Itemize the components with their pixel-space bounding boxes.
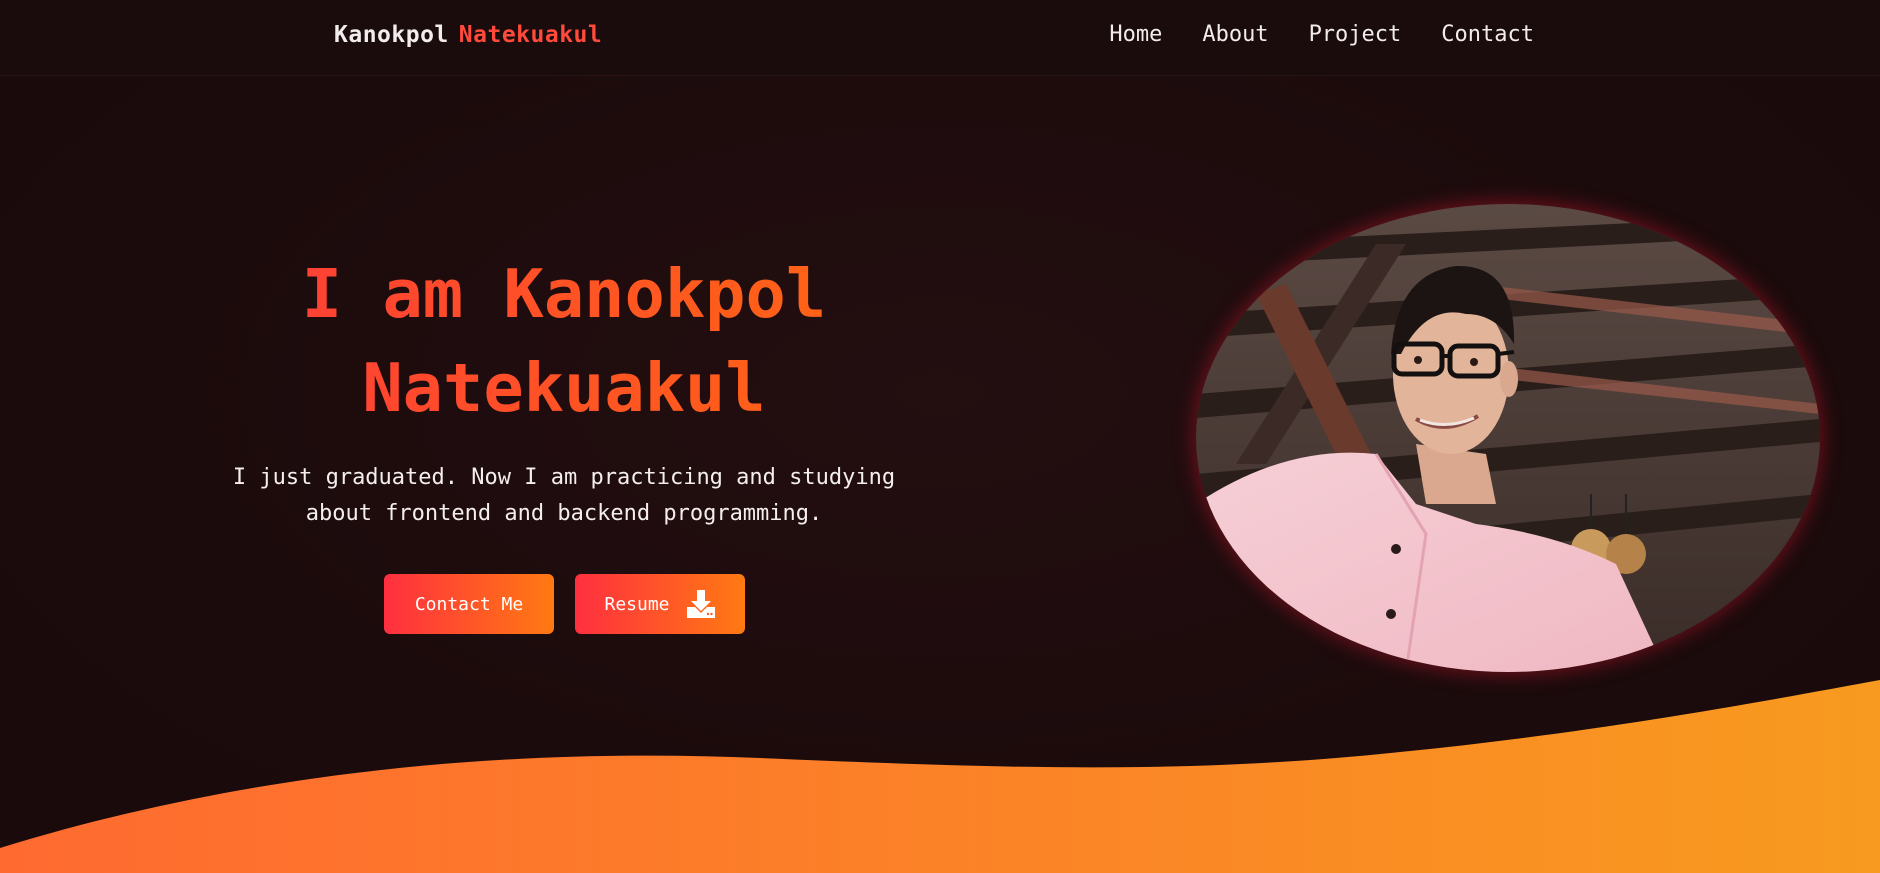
resume-button[interactable]: Resume bbox=[575, 574, 745, 634]
nav-link-home[interactable]: Home bbox=[1109, 22, 1162, 47]
page: Kanokpol Natekuakul Home About Project Co… bbox=[0, 0, 1880, 873]
hero-subtitle-line1: I just graduated. Now I am practicing an… bbox=[232, 465, 896, 490]
brand-logo[interactable]: Kanokpol Natekuakul bbox=[334, 22, 602, 48]
profile-photo bbox=[1196, 204, 1820, 672]
navbar: Kanokpol Natekuakul Home About Project Co… bbox=[0, 0, 1880, 76]
contact-me-label: Contact Me bbox=[414, 593, 524, 615]
hero-buttons: Contact Me Resume bbox=[384, 574, 745, 634]
nav-link-project[interactable]: Project bbox=[1309, 22, 1402, 47]
hero-subtitle: I just graduated. Now I am practicing an… bbox=[224, 460, 904, 532]
brand-last-name: Natekuakul bbox=[458, 22, 603, 48]
hero-subtitle-line2: about frontend and backend programming. bbox=[305, 501, 823, 526]
hero-title: I am Kanokpol Natekuakul bbox=[184, 247, 944, 435]
contact-me-button[interactable]: Contact Me bbox=[384, 574, 554, 634]
hero-title-line1: I am Kanokpol bbox=[301, 255, 827, 333]
nav-link-contact[interactable]: Contact bbox=[1441, 22, 1534, 47]
hero-title-line2: Natekuakul bbox=[362, 349, 766, 427]
resume-label: Resume bbox=[604, 593, 670, 615]
download-icon bbox=[686, 589, 716, 619]
nav-links: Home About Project Contact bbox=[1109, 22, 1534, 47]
nav-link-about[interactable]: About bbox=[1202, 22, 1268, 47]
brand-first-name: Kanokpol bbox=[334, 22, 449, 48]
